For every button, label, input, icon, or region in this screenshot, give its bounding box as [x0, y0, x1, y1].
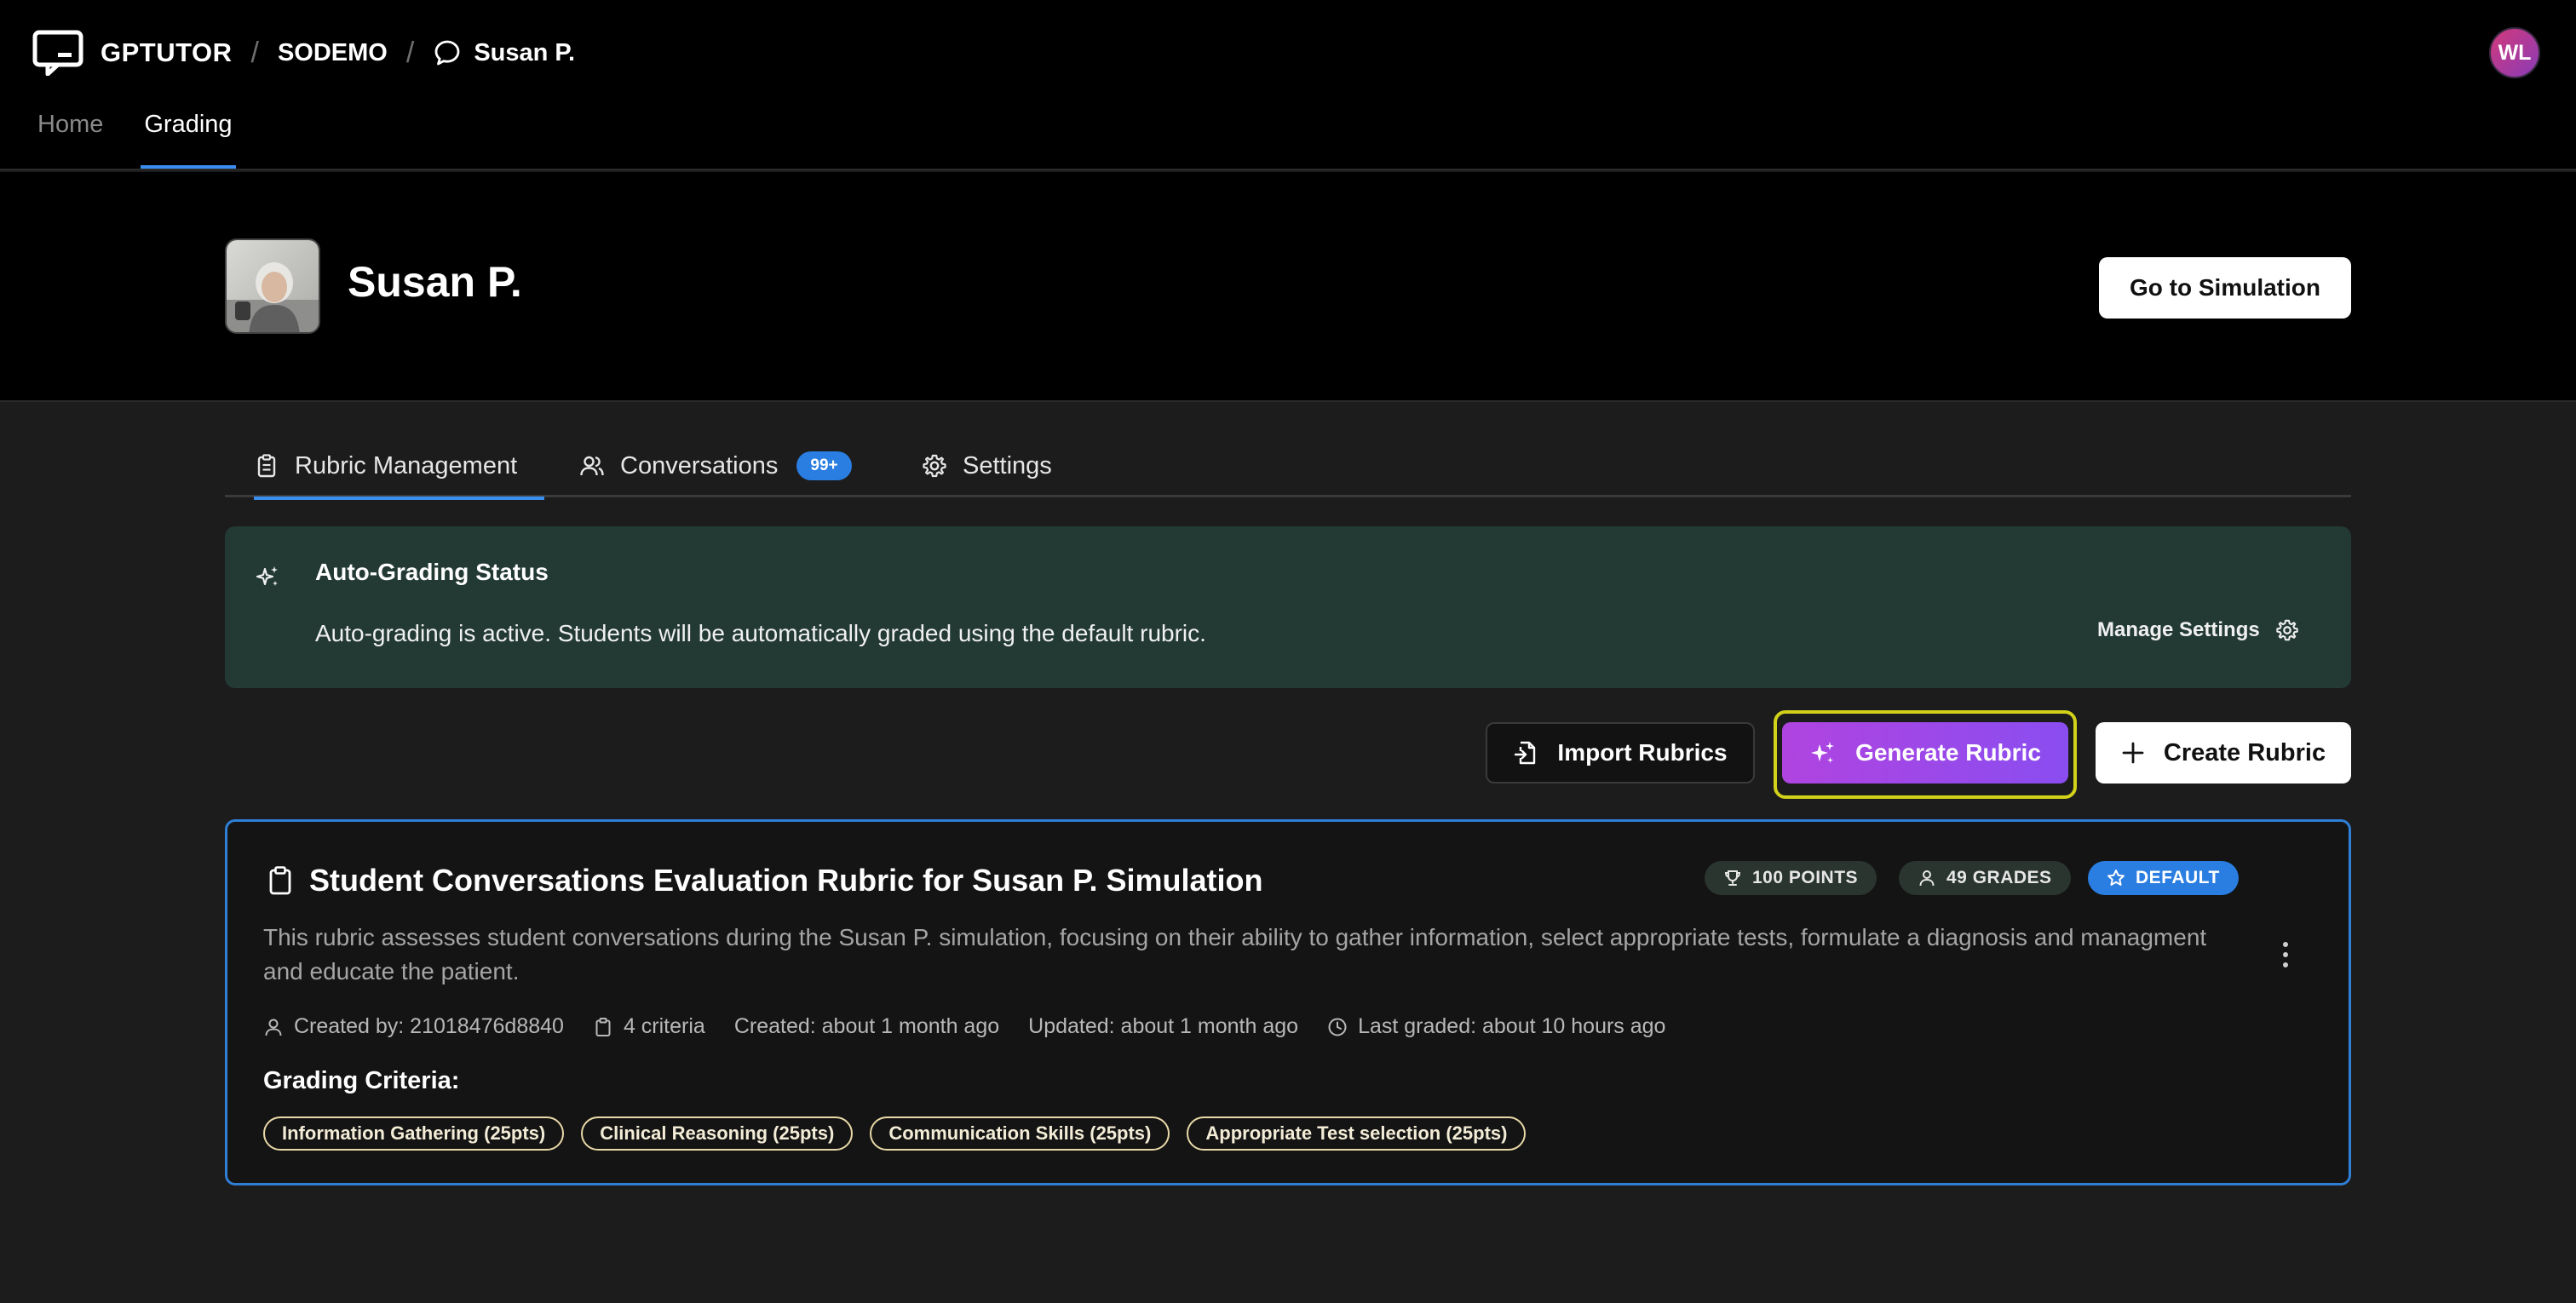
tab-label: Settings — [963, 451, 1052, 479]
points-badge-label: 100 POINTS — [1752, 868, 1859, 887]
auto-grading-status-panel: Auto-Grading Status Auto-grading is acti… — [225, 526, 2351, 688]
criterion-chip: Information Gathering (25pts) — [263, 1116, 565, 1151]
rubric-meta: Created by: 21018476d8840 4 criteria Cre… — [263, 1014, 1694, 1039]
page-title: Susan P. — [348, 258, 522, 306]
simulation-avatar — [225, 238, 320, 334]
meta-updated-label: Updated: about 1 month ago — [1028, 1014, 1299, 1038]
tab-label: Conversations — [620, 451, 779, 479]
go-to-simulation-button[interactable]: Go to Simulation — [2099, 257, 2351, 319]
grades-badge-label: 49 GRADES — [1946, 868, 2052, 887]
meta-last-graded-label: Last graded: about 10 hours ago — [1358, 1014, 1666, 1038]
breadcrumb-separator: / — [250, 36, 259, 69]
grading-criteria-heading: Grading Criteria: — [263, 1067, 460, 1094]
clipboard-icon — [257, 454, 276, 478]
rubric-card[interactable]: Student Conversations Evaluation Rubric … — [225, 819, 2351, 1185]
tab-settings[interactable]: Settings — [922, 434, 1052, 497]
meta-created-by-label: Created by: 21018476d8840 — [294, 1014, 564, 1038]
nav-grading[interactable]: Grading — [141, 111, 236, 169]
more-options-icon[interactable] — [2280, 938, 2291, 972]
meta-created: Created: about 1 month ago — [734, 1014, 999, 1039]
brand-name[interactable]: GPTUTOR — [101, 37, 233, 68]
grades-badge: 49 GRADES — [1899, 861, 2071, 895]
gear-icon — [2276, 619, 2298, 641]
simulation-header: Susan P. Go to Simulation — [0, 172, 2576, 402]
manage-settings-label: Manage Settings — [2097, 618, 2260, 641]
breadcrumb-separator: / — [405, 36, 415, 69]
plus-icon — [2122, 742, 2144, 764]
import-rubrics-label: Import Rubrics — [1557, 739, 1728, 766]
users-icon — [580, 456, 604, 476]
rubric-title[interactable]: Student Conversations Evaluation Rubric … — [309, 863, 1263, 898]
breadcrumb-simulation[interactable]: Susan P. — [433, 38, 575, 67]
generate-rubric-label: Generate Rubric — [1855, 739, 2041, 766]
nav-home[interactable]: Home — [37, 111, 103, 169]
conversations-count-badge: 99+ — [796, 451, 852, 480]
meta-last-graded: Last graded: about 10 hours ago — [1327, 1014, 1665, 1039]
breadcrumb-org[interactable]: SODEMO — [278, 39, 388, 67]
meta-updated: Updated: about 1 month ago — [1028, 1014, 1298, 1039]
rubric-description: This rubric assesses student conversatio… — [263, 924, 2207, 984]
default-badge-label: DEFAULT — [2136, 868, 2220, 887]
top-bar: GPTUTOR / SODEMO / Susan P. WL Home Grad… — [0, 0, 2576, 170]
criterion-chip: Appropriate Test selection (25pts) — [1187, 1116, 1527, 1151]
create-rubric-button[interactable]: Create Rubric — [2096, 722, 2351, 784]
tab-rubric-management[interactable]: Rubric Management — [254, 434, 545, 500]
meta-created-label: Created: about 1 month ago — [733, 1014, 1000, 1038]
grading-criteria-list: Information Gathering (25pts) Clinical R… — [263, 1116, 1543, 1151]
rubric-title-row: Student Conversations Evaluation Rubric … — [267, 863, 1263, 898]
tab-label: Rubric Management — [295, 451, 518, 479]
clipboard-icon — [595, 1017, 611, 1036]
meta-created-by: Created by: 21018476d8840 — [263, 1014, 564, 1039]
gear-icon — [923, 454, 946, 478]
meta-criteria-count-label: 4 criteria — [623, 1014, 705, 1038]
sparkles-icon — [1811, 742, 1835, 763]
import-rubrics-button[interactable]: Import Rubrics — [1486, 722, 1755, 784]
generate-rubric-button[interactable]: Generate Rubric — [1782, 722, 2068, 784]
sparkles-icon — [256, 566, 278, 586]
user-avatar[interactable]: WL — [2489, 27, 2540, 78]
default-badge: DEFAULT — [2088, 861, 2239, 895]
breadcrumb: GPTUTOR / SODEMO / Susan P. — [32, 26, 575, 80]
meta-criteria-count: 4 criteria — [593, 1014, 705, 1039]
chat-bubble-icon — [434, 40, 460, 66]
clock-icon — [1328, 1018, 1347, 1036]
grading-tabs: Rubric Management Conversations 99+ Sett… — [225, 434, 2351, 500]
criterion-chip: Communication Skills (25pts) — [870, 1116, 1170, 1151]
clipboard-icon — [269, 866, 291, 895]
breadcrumb-simulation-label: Susan P. — [474, 38, 576, 66]
auto-grading-status-text: Auto-grading is active. Students will be… — [315, 620, 1206, 646]
tab-conversations[interactable]: Conversations 99+ — [579, 434, 852, 497]
main-nav: Home Grading — [37, 111, 273, 169]
user-icon — [1919, 870, 1935, 887]
star-icon — [2107, 870, 2125, 886]
criterion-chip: Clinical Reasoning (25pts) — [581, 1116, 854, 1151]
create-rubric-label: Create Rubric — [2163, 738, 2326, 766]
gptutor-logo-icon[interactable] — [32, 30, 83, 76]
manage-settings-link[interactable]: Manage Settings — [2097, 618, 2299, 642]
points-badge: 100 POINTS — [1705, 861, 1877, 895]
trophy-icon — [1724, 870, 1741, 886]
file-import-icon — [1515, 741, 1536, 765]
auto-grading-status-title: Auto-Grading Status — [315, 559, 549, 585]
user-icon — [265, 1019, 282, 1036]
